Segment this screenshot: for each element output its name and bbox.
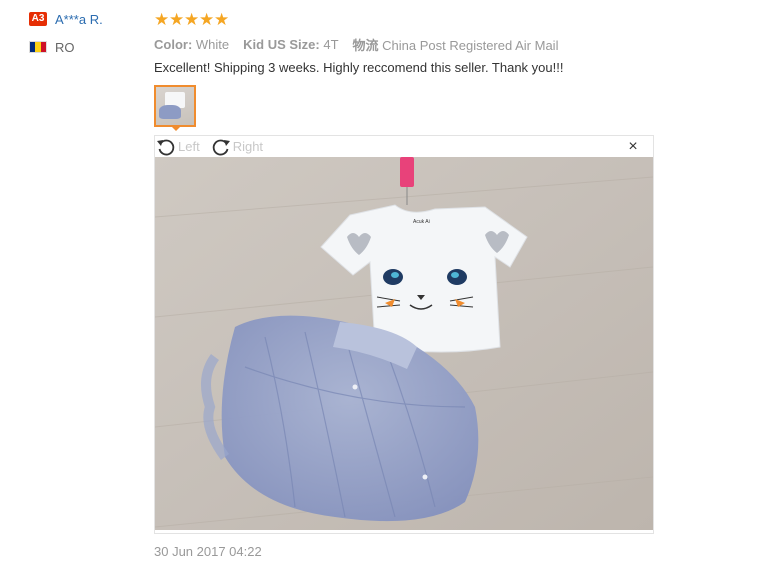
attr-color: Color: White xyxy=(154,37,229,52)
attr-shipping-value: China Post Registered Air Mail xyxy=(382,37,559,53)
review-date: 30 Jun 2017 04:22 xyxy=(154,544,262,559)
thumbnail-selected-pointer xyxy=(171,126,181,131)
shirt-label: Acuk Ai xyxy=(413,219,430,225)
country-code: RO xyxy=(55,39,75,55)
review-content: ★ ★ ★ ★ ★ Color: White Kid US Size: 4T 物… xyxy=(154,9,754,77)
review-photo-thumbnail[interactable] xyxy=(154,85,196,131)
buyer-level-badge: A3 xyxy=(29,12,47,26)
star-icon: ★ xyxy=(169,9,185,29)
thumbnail-skirt-shape xyxy=(159,105,181,119)
star-icon: ★ xyxy=(154,9,170,29)
rotate-left-label: Left xyxy=(178,139,200,154)
reviewer-name-row: A3 A***a R. xyxy=(29,10,144,28)
attr-size: Kid US Size: 4T xyxy=(243,37,338,52)
reviewer-info: A3 A***a R. RO xyxy=(29,10,144,55)
rotate-left-icon xyxy=(157,139,175,155)
review-photo-image: Acuk Ai xyxy=(155,157,653,530)
reviewer-country-row: RO xyxy=(29,39,144,55)
reviewer-name: A***a R. xyxy=(55,11,103,27)
attr-color-key: Color: xyxy=(154,36,193,52)
review-photo: Acuk Ai xyxy=(155,157,653,530)
review-text: Excellent! Shipping 3 weeks. Highly recc… xyxy=(154,60,564,75)
romania-flag-icon xyxy=(29,41,47,53)
attr-size-key: Kid US Size: xyxy=(243,36,320,52)
photo-viewer-toolbar: Left Right × xyxy=(155,136,653,157)
attr-shipping-key: 物流 xyxy=(352,37,379,53)
star-icon: ★ xyxy=(184,9,200,29)
star-icon: ★ xyxy=(214,9,230,29)
rotate-right-icon xyxy=(212,139,230,155)
close-viewer-button[interactable]: × xyxy=(626,139,640,155)
rotate-left-button[interactable]: Left xyxy=(155,136,200,157)
rotate-right-label: Right xyxy=(232,139,264,154)
order-attributes: Color: White Kid US Size: 4T 物流 China Po… xyxy=(154,35,754,53)
attr-size-value: 4T xyxy=(323,36,339,52)
flag-stripe-red xyxy=(40,42,46,52)
star-rating: ★ ★ ★ ★ ★ xyxy=(154,9,754,29)
attr-shipping: 物流 China Post Registered Air Mail xyxy=(353,35,559,54)
star-icon: ★ xyxy=(199,9,215,29)
rotate-right-button[interactable]: Right xyxy=(210,136,263,157)
photo-viewer: Left Right × Acuk Ai xyxy=(154,135,654,534)
attr-color-value: White xyxy=(195,36,230,52)
thumbnail-image[interactable] xyxy=(154,85,196,127)
